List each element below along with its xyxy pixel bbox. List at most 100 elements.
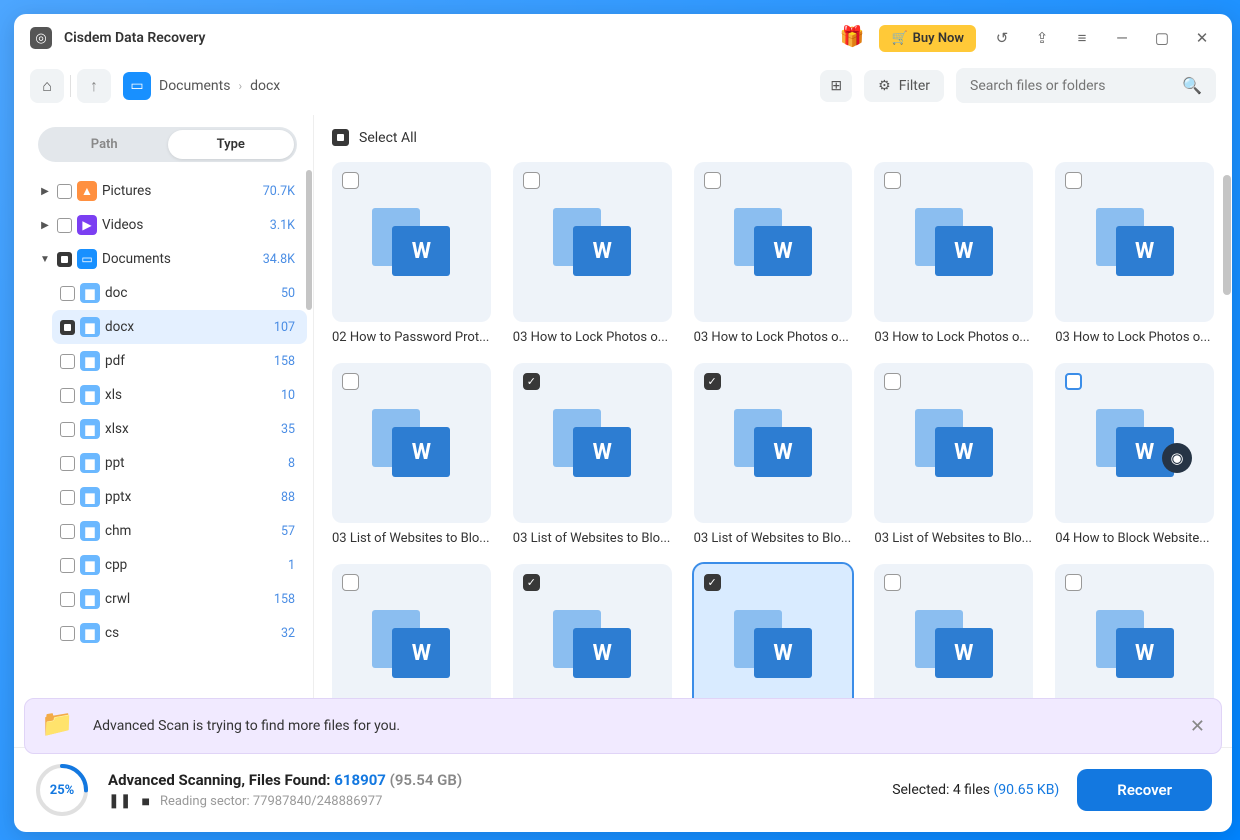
tree-item-cs[interactable]: ▆ cs 32 <box>52 616 307 650</box>
file-checkbox[interactable] <box>704 172 721 189</box>
file-item[interactable]: W 03 How to Lock Photos o... <box>874 162 1033 345</box>
chevron-icon: ▶ <box>38 186 52 197</box>
file-checkbox[interactable] <box>1065 574 1082 591</box>
preview-icon[interactable]: ◉ <box>1162 443 1192 473</box>
promo-icon[interactable]: 🎁 <box>839 24 867 52</box>
app-icon: ◎ <box>30 27 52 49</box>
folder-icon: ▆ <box>80 419 100 439</box>
file-checkbox[interactable] <box>884 172 901 189</box>
file-item[interactable]: W 03 How to Lock Photos o... <box>513 162 672 345</box>
checkbox[interactable] <box>60 592 75 607</box>
file-thumb[interactable]: ✓ W <box>513 363 672 523</box>
file-checkbox[interactable] <box>884 373 901 390</box>
file-checkbox[interactable] <box>523 172 540 189</box>
pause-button[interactable]: ❚❚ <box>108 793 131 809</box>
file-thumb[interactable]: W <box>332 363 491 523</box>
folder-icon: ▆ <box>80 351 100 371</box>
checkbox[interactable] <box>57 252 72 267</box>
grid-view-button[interactable]: ⊞ <box>820 70 852 102</box>
tree-item-xlsx[interactable]: ▆ xlsx 35 <box>52 412 307 446</box>
cart-icon: 🛒 <box>891 31 907 46</box>
file-item[interactable]: ✓ W 03 List of Websites to Blo... <box>694 363 853 546</box>
stop-button[interactable]: ■ <box>141 793 149 810</box>
close-button[interactable]: ✕ <box>1188 24 1216 52</box>
file-item[interactable]: ✓ W 03 List of Websites to Blo... <box>513 363 672 546</box>
checkbox[interactable] <box>60 558 75 573</box>
file-thumb[interactable]: W <box>874 162 1033 322</box>
checkbox[interactable] <box>57 218 72 233</box>
tree-category-documents[interactable]: ▼ ▭ Documents 34.8K <box>30 242 307 276</box>
file-thumb[interactable]: W <box>694 162 853 322</box>
menu-icon[interactable]: ≡ <box>1068 24 1096 52</box>
tree-item-docx[interactable]: ▆ docx 107 <box>52 310 307 344</box>
file-thumb[interactable]: W <box>1055 162 1214 322</box>
checkbox[interactable] <box>60 354 75 369</box>
file-checkbox[interactable] <box>342 373 359 390</box>
file-thumb[interactable]: W ◉ <box>1055 363 1214 523</box>
file-checkbox[interactable] <box>884 574 901 591</box>
file-item[interactable]: W 03 List of Websites to Blo... <box>874 363 1033 546</box>
file-checkbox[interactable] <box>342 172 359 189</box>
checkbox[interactable] <box>60 286 75 301</box>
file-thumb[interactable]: W <box>513 162 672 322</box>
tree-category-videos[interactable]: ▶ ▶ Videos 3.1K <box>30 208 307 242</box>
history-icon[interactable]: ↺ <box>988 24 1016 52</box>
checkbox[interactable] <box>60 456 75 471</box>
home-button[interactable]: ⌂ <box>30 69 64 103</box>
checkbox[interactable] <box>60 626 75 641</box>
file-thumb[interactable]: ✓ W <box>694 363 853 523</box>
file-checkbox[interactable]: ✓ <box>704 574 721 591</box>
recover-button[interactable]: Recover <box>1077 769 1212 811</box>
tab-type[interactable]: Type <box>168 130 295 159</box>
file-item[interactable]: W 02 How to Password Prot... <box>332 162 491 345</box>
file-checkbox[interactable] <box>342 574 359 591</box>
maximize-button[interactable]: ▢ <box>1148 24 1176 52</box>
chevron-icon: ▼ <box>38 254 52 265</box>
tree-item-pdf[interactable]: ▆ pdf 158 <box>52 344 307 378</box>
checkbox[interactable] <box>60 524 75 539</box>
main-panel: Select All W 02 How to Password Prot... … <box>314 115 1232 747</box>
tree-item-cpp[interactable]: ▆ cpp 1 <box>52 548 307 582</box>
tree-item-doc[interactable]: ▆ doc 50 <box>52 276 307 310</box>
checkbox[interactable] <box>60 320 75 335</box>
file-thumb[interactable]: W <box>332 162 491 322</box>
checkbox[interactable] <box>60 490 75 505</box>
file-item[interactable]: W 03 List of Websites to Blo... <box>332 363 491 546</box>
search-box[interactable]: 🔍 <box>956 68 1216 103</box>
category-icon: ▶ <box>77 215 97 235</box>
tree-item-ppt[interactable]: ▆ ppt 8 <box>52 446 307 480</box>
checkbox[interactable] <box>57 184 72 199</box>
tab-path[interactable]: Path <box>41 130 168 159</box>
scrollbar[interactable] <box>1223 175 1231 295</box>
scrollbar[interactable] <box>306 170 312 310</box>
file-checkbox[interactable] <box>1065 172 1082 189</box>
chevron-right-icon: › <box>238 79 242 93</box>
file-name: 03 How to Lock Photos o... <box>1055 330 1214 345</box>
search-icon[interactable]: 🔍 <box>1182 76 1202 95</box>
tree-item-chm[interactable]: ▆ chm 57 <box>52 514 307 548</box>
breadcrumb-root[interactable]: Documents <box>159 78 230 94</box>
word-icon: W <box>372 208 450 276</box>
notice-close-button[interactable]: ✕ <box>1190 716 1205 737</box>
buy-now-button[interactable]: 🛒Buy Now <box>879 25 976 52</box>
file-item[interactable]: W ◉ 04 How to Block Website... <box>1055 363 1214 546</box>
file-item[interactable]: W 03 How to Lock Photos o... <box>1055 162 1214 345</box>
select-all-checkbox[interactable] <box>332 129 349 146</box>
file-checkbox[interactable] <box>1065 373 1082 390</box>
search-input[interactable] <box>970 78 1174 94</box>
checkbox[interactable] <box>60 388 75 403</box>
export-icon[interactable]: ⇪ <box>1028 24 1056 52</box>
tree-item-crwl[interactable]: ▆ crwl 158 <box>52 582 307 616</box>
file-thumb[interactable]: W <box>874 363 1033 523</box>
file-checkbox[interactable]: ✓ <box>704 373 721 390</box>
minimize-button[interactable]: — <box>1108 24 1136 52</box>
file-item[interactable]: W 03 How to Lock Photos o... <box>694 162 853 345</box>
tree-item-xls[interactable]: ▆ xls 10 <box>52 378 307 412</box>
tree-item-pptx[interactable]: ▆ pptx 88 <box>52 480 307 514</box>
filter-button[interactable]: ⚙Filter <box>864 70 944 102</box>
checkbox[interactable] <box>60 422 75 437</box>
file-checkbox[interactable]: ✓ <box>523 373 540 390</box>
up-button[interactable]: ↑ <box>77 69 111 103</box>
tree-category-pictures[interactable]: ▶ ▲ Pictures 70.7K <box>30 174 307 208</box>
file-checkbox[interactable]: ✓ <box>523 574 540 591</box>
